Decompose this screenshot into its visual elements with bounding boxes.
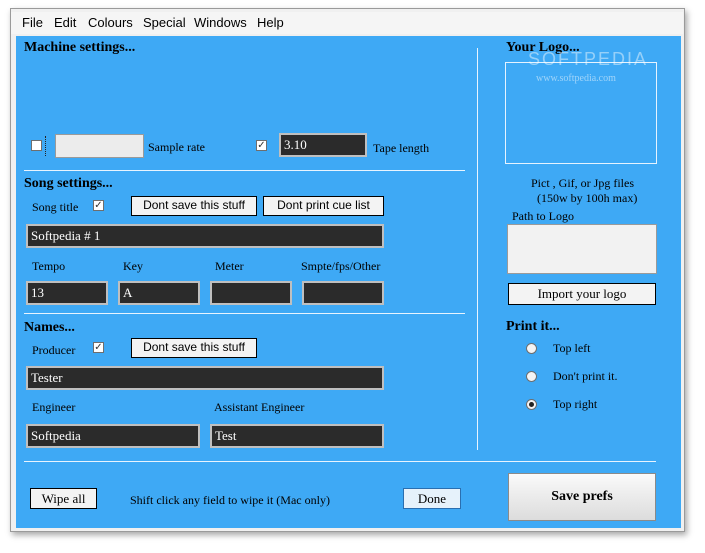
cursor-marker [45, 136, 47, 156]
sample-rate-field[interactable] [55, 134, 144, 158]
tempo-label: Tempo [32, 259, 66, 273]
watermark-text: SOFTPEDIA [528, 49, 649, 69]
menu-bar: File Edit Colours Special Windows Help [11, 12, 683, 34]
footer-divider [24, 461, 656, 462]
path-to-logo-label: Path to Logo [512, 209, 574, 223]
preferences-panel: Machine settings... Sample rate ✓ 3.10 T… [16, 36, 681, 528]
divider [24, 313, 465, 314]
menu-help[interactable]: Help [257, 15, 284, 30]
song-settings-heading: Song settings... [24, 176, 113, 191]
save-prefs-button[interactable]: Save prefs [508, 473, 656, 521]
tape-length-checkbox[interactable]: ✓ [256, 140, 267, 151]
wipe-hint: Shift click any field to wipe it (Mac on… [130, 493, 330, 507]
key-label: Key [123, 259, 143, 273]
machine-settings-heading: Machine settings... [24, 40, 136, 55]
radio-top-right-label: Top right [553, 397, 598, 411]
menu-file[interactable]: File [22, 15, 43, 30]
sample-rate-label: Sample rate [148, 140, 205, 154]
import-logo-button[interactable]: Import your logo [508, 283, 656, 305]
tape-length-label: Tape length [373, 141, 430, 155]
meter-label: Meter [215, 259, 244, 273]
wipe-all-button[interactable]: Wipe all [30, 488, 97, 509]
song-title-field[interactable]: Softpedia # 1 [26, 224, 384, 248]
song-title-label: Song title [32, 200, 79, 214]
menu-colours[interactable]: Colours [88, 15, 133, 30]
divider [24, 170, 465, 171]
assistant-engineer-label: Assistant Engineer [214, 400, 305, 414]
sample-rate-checkbox[interactable] [31, 140, 42, 151]
meter-field[interactable] [210, 281, 292, 305]
radio-top-left[interactable] [526, 343, 537, 354]
names-heading: Names... [24, 320, 75, 335]
song-title-checkbox[interactable]: ✓ [93, 200, 104, 211]
formats-line2: (150w by 100h max) [537, 191, 638, 205]
print-heading: Print it... [506, 319, 560, 334]
formats-line1: Pict , Gif, or Jpg files [531, 176, 634, 190]
dont-save-song-button[interactable]: Dont save this stuff [131, 196, 257, 216]
path-to-logo-field[interactable] [507, 224, 657, 274]
smpte-field[interactable] [302, 281, 384, 305]
logo-preview[interactable]: SOFTPEDIA www.softpedia.com [505, 49, 657, 164]
menu-edit[interactable]: Edit [54, 15, 76, 30]
radio-dont-print[interactable] [526, 371, 537, 382]
dont-print-cue-button[interactable]: Dont print cue list [263, 196, 384, 216]
key-field[interactable]: A [118, 281, 200, 305]
done-button[interactable]: Done [403, 488, 461, 509]
menu-windows[interactable]: Windows [194, 15, 247, 30]
radio-top-left-label: Top left [553, 341, 591, 355]
menu-special[interactable]: Special [143, 15, 186, 30]
producer-label: Producer [32, 343, 76, 357]
radio-top-right[interactable] [526, 399, 537, 410]
smpte-label: Smpte/fps/Other [301, 259, 381, 273]
radio-dont-print-label: Don't print it. [553, 369, 618, 383]
vertical-divider [477, 48, 478, 450]
engineer-field[interactable]: Softpedia [26, 424, 200, 448]
producer-checkbox[interactable]: ✓ [93, 342, 104, 353]
watermark-url: www.softpedia.com [536, 73, 616, 84]
dont-save-names-button[interactable]: Dont save this stuff [131, 338, 257, 358]
engineer-label: Engineer [32, 400, 76, 414]
producer-field[interactable]: Tester [26, 366, 384, 390]
tape-length-field[interactable]: 3.10 [279, 133, 367, 157]
tempo-field[interactable]: 13 [26, 281, 108, 305]
assistant-engineer-field[interactable]: Test [210, 424, 384, 448]
